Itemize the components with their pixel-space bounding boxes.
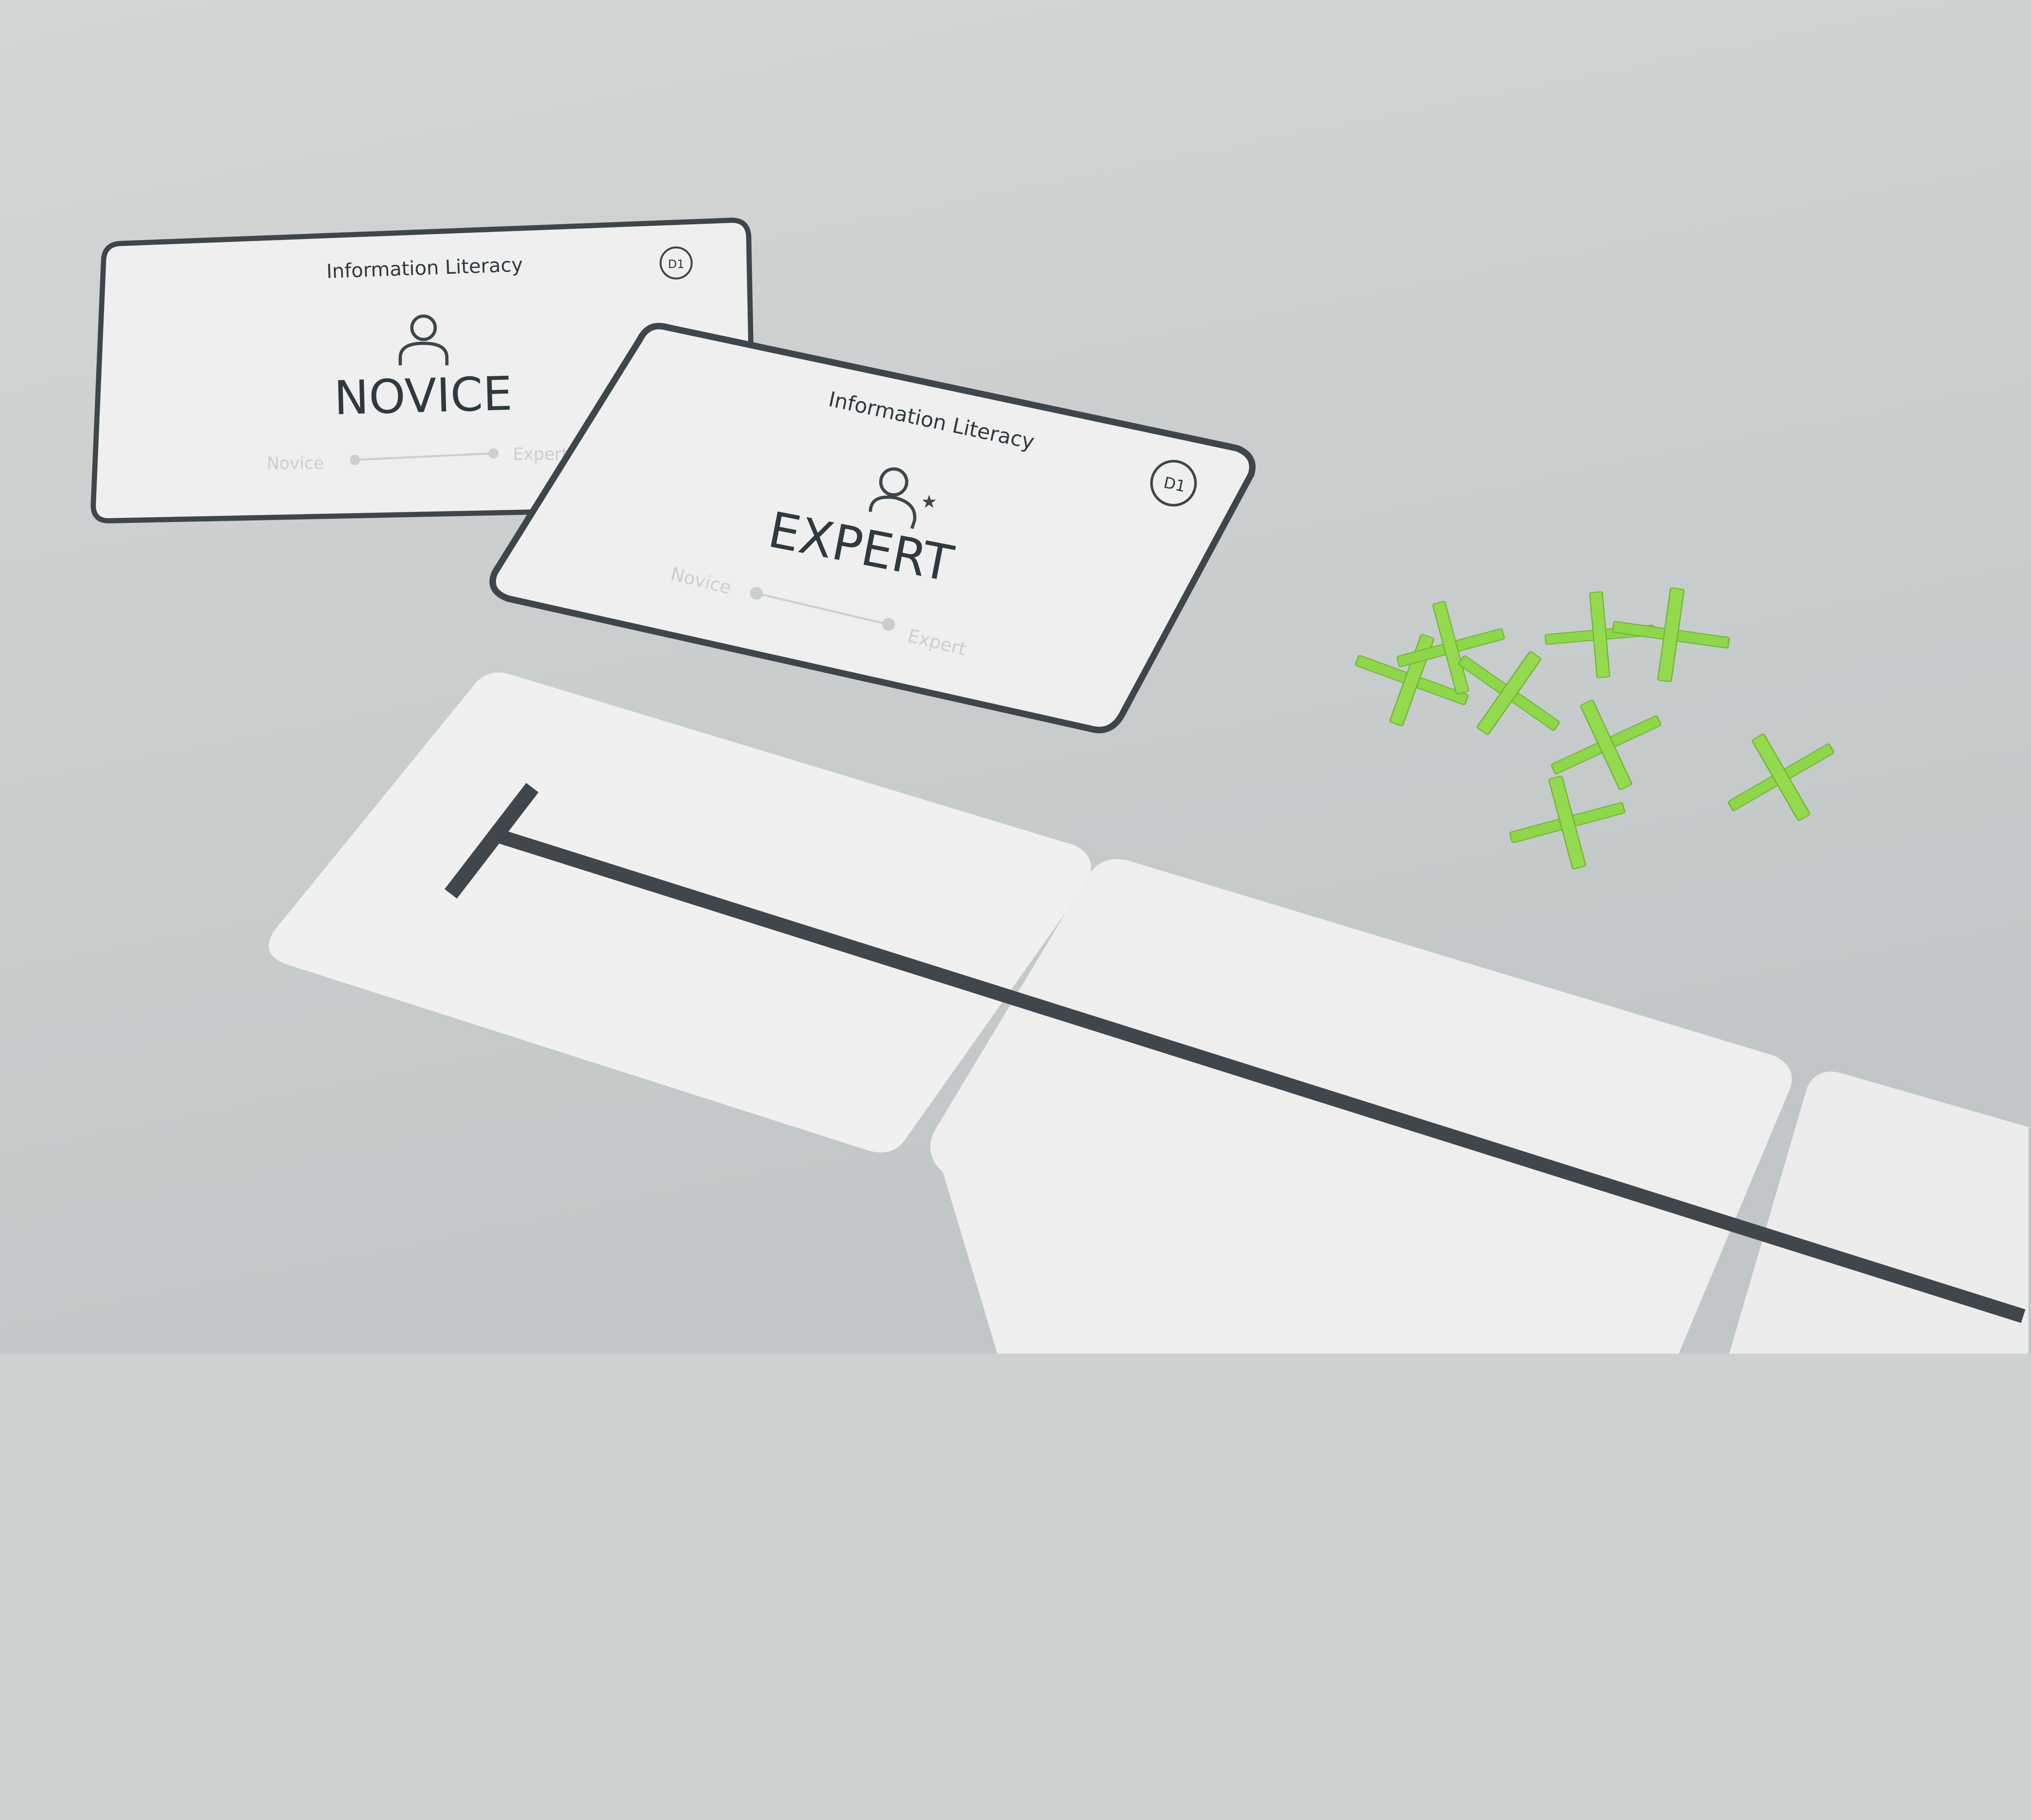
code-text: D1 <box>668 257 684 271</box>
scale-start-label: Novice <box>267 453 324 473</box>
level-title: NOVICE <box>333 366 513 425</box>
photo-scene: Information Literacy D1 NOVICE Novice Ex… <box>0 0 2031 1354</box>
scale-end-label: Expert <box>513 444 568 464</box>
svg-text:★: ★ <box>921 491 937 512</box>
